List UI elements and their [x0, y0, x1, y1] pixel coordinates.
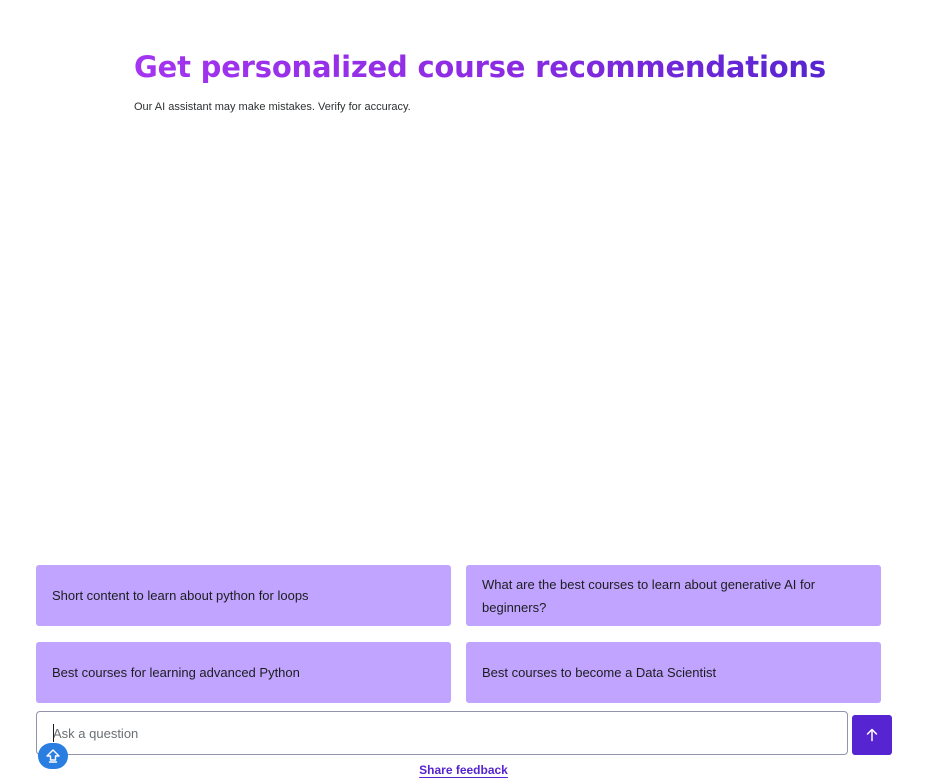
- send-button[interactable]: [852, 715, 892, 755]
- suggestion-chip[interactable]: What are the best courses to learn about…: [466, 565, 881, 626]
- suggestion-label: What are the best courses to learn about…: [482, 576, 816, 615]
- suggestion-label: Short content to learn about python for …: [52, 588, 309, 603]
- suggestion-label: Best courses to become a Data Scientist: [482, 665, 717, 680]
- page-title: Get personalized course recommendations: [134, 50, 826, 84]
- help-widget-icon: [45, 748, 61, 764]
- arrow-up-icon: [864, 727, 880, 743]
- suggestion-chip[interactable]: Best courses to become a Data Scientist: [466, 642, 881, 703]
- suggestion-chip[interactable]: Best courses for learning advanced Pytho…: [36, 642, 451, 703]
- suggestion-label: Best courses for learning advanced Pytho…: [52, 665, 300, 680]
- text-cursor: [53, 724, 54, 742]
- disclaimer-text: Our AI assistant may make mistakes. Veri…: [134, 101, 411, 113]
- share-feedback-link[interactable]: Share feedback: [0, 763, 927, 777]
- ask-question-input[interactable]: [36, 711, 848, 755]
- suggestion-chip[interactable]: Short content to learn about python for …: [36, 565, 451, 626]
